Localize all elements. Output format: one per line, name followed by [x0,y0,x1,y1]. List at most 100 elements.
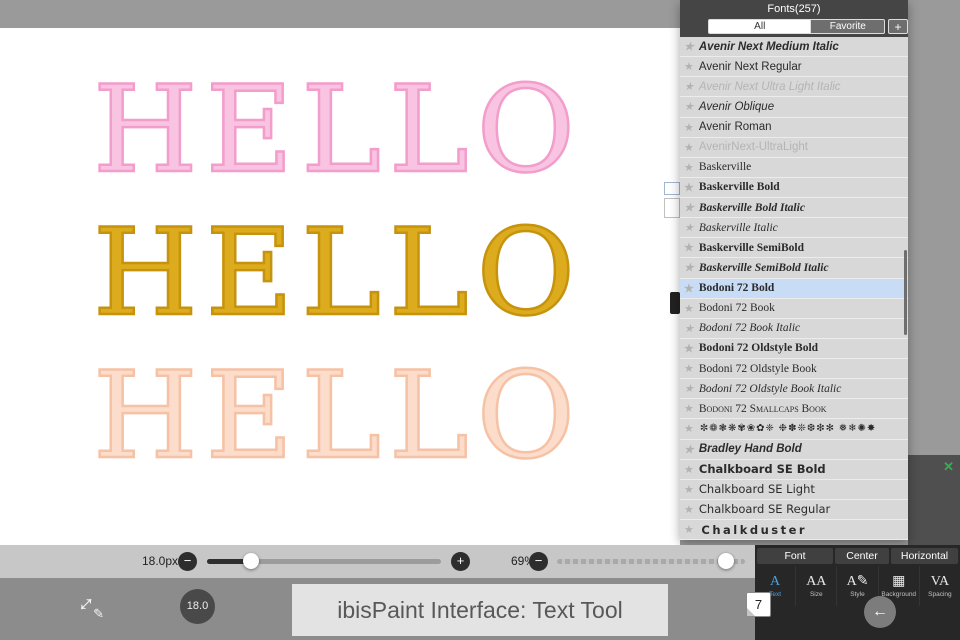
font-list-item[interactable]: ★ Bodoni 72 Bold [680,278,908,299]
favorite-star-icon[interactable]: ★ [684,181,694,194]
favorite-star-icon[interactable]: ★ [684,422,695,435]
back-button[interactable]: ← [864,596,896,628]
font-list-item[interactable]: ★ Chalkboard SE Regular [680,499,908,520]
favorite-star-icon[interactable]: ★ [684,80,694,93]
size-decrease-button[interactable]: − [178,552,197,571]
font-list-item[interactable]: ★ Baskerville Bold [680,177,908,198]
size-slider[interactable] [207,553,441,569]
favorite-star-icon[interactable]: ★ [684,302,694,315]
favorite-star-icon[interactable]: ★ [684,40,694,53]
font-list-item[interactable]: ★ Bodoni 72 Book [680,298,908,319]
font-list-item[interactable]: ★ Avenir Oblique [680,97,908,118]
font-list-item[interactable]: ★ Bodoni 72 Oldstyle Bold [680,338,908,359]
favorite-star-icon[interactable]: ★ [684,221,694,234]
favorite-star-icon[interactable]: ★ [684,402,694,415]
tab-all[interactable]: All [708,19,812,34]
size-increase-button[interactable]: + [451,552,470,571]
font-list-item[interactable]: ★ Baskerville SemiBold Italic [680,258,908,279]
favorite-star-icon[interactable]: ★ [684,503,694,516]
font-list-item[interactable]: ★ ✼❁❃❋✾❀✿❈ ❉✽❊❆❇✻ ❅❄✺✸ [680,419,908,440]
favorite-star-icon[interactable]: ★ [684,161,694,174]
favorite-star-icon[interactable]: ★ [684,322,694,335]
tool-label: Spacing [928,591,952,598]
font-button[interactable]: Font [757,548,833,564]
font-list-item[interactable]: ★ Bodoni 72 Book Italic [680,318,908,339]
tab-favorite[interactable]: Favorite [811,19,886,34]
close-icon[interactable]: ✕ [943,459,954,475]
add-font-button[interactable]: + [888,19,908,34]
canvas-text-line-1[interactable]: HELLO [92,58,583,203]
font-list-item[interactable]: ★ Chalkboard SE Light [680,479,908,500]
favorite-star-icon[interactable]: ★ [684,261,694,274]
align-center-button[interactable]: Center [835,548,889,564]
scrollbar[interactable] [904,250,907,335]
tool-icon: VA [930,574,950,589]
font-name: Bradley Hand Bold [698,443,802,456]
layers-badge[interactable]: 7 [746,592,771,617]
font-name: Baskerville Bold Italic [698,201,805,214]
font-list-item[interactable]: ★ Avenir Next Medium Italic [680,37,908,58]
orientation-button[interactable]: Horizontal [891,548,958,564]
font-list-item[interactable]: ★ Bodoni 72 Oldstyle Book Italic [680,379,908,400]
hidden-dialog-fragment [664,198,680,218]
favorite-star-icon[interactable]: ★ [684,282,694,295]
font-name: Baskerville [698,161,752,174]
tool-tab-spacing[interactable]: VA Spacing [920,566,960,606]
font-list-item[interactable]: ★ Avenir Next Ultra Light Italic [680,77,908,98]
canvas-text-line-2[interactable]: HELLO [92,201,583,346]
favorite-star-icon[interactable]: ★ [684,463,694,476]
text-tool-panel: Font Center Horizontal A Text AA Size A✎… [755,545,960,640]
font-list: ★ Avenir Next Medium Italic ★ Avenir Nex… [680,37,908,541]
font-list-item[interactable]: ★ Baskerville [680,157,908,178]
font-name: Bodoni 72 Oldstyle Book Italic [698,382,842,395]
font-name: Baskerville Italic [698,221,778,234]
font-list-item[interactable]: ★ Bodoni 72 Oldstyle Book [680,359,908,380]
favorite-star-icon[interactable]: ★ [684,60,694,73]
favorite-star-icon[interactable]: ★ [684,443,694,456]
font-list-item[interactable]: ★ Avenir Next Regular [680,57,908,78]
zoom-slider-handle[interactable] [718,553,735,569]
font-name: Bodoni 72 Bold [698,282,775,295]
favorite-star-icon[interactable]: ★ [684,362,694,375]
zoom-decrease-button[interactable]: − [529,552,548,571]
favorite-star-icon[interactable]: ★ [684,342,694,355]
favorite-star-icon[interactable]: ★ [684,100,694,113]
font-name: Baskerville SemiBold Italic [698,261,829,274]
bottom-toolbar: ↔ ✎ 18.0 ibisPaint Interface: Text Tool [0,578,755,640]
font-name: Avenir Next Ultra Light Italic [698,80,841,93]
font-list-item[interactable]: ★ Baskerville Italic [680,218,908,239]
font-name: Avenir Next Regular [698,60,802,73]
font-name: ✼❁❃❋✾❀✿❈ ❉✽❊❆❇✻ ❅❄✺✸ [699,423,877,435]
favorite-star-icon[interactable]: ★ [684,241,694,254]
tool-tab-size[interactable]: AA Size [796,566,838,606]
canvas-text-line-3[interactable]: HELLO [92,344,583,489]
font-list-item[interactable]: ★ Bodoni 72 Smallcaps Book [680,399,908,420]
favorite-star-icon[interactable]: ★ [684,141,694,154]
font-list-item[interactable]: ★ Bradley Hand Bold [680,439,908,460]
canvas[interactable]: HELLO HELLO HELLO [0,28,680,545]
text-size-value: 18.0px [141,554,178,568]
favorite-star-icon[interactable]: ★ [684,121,694,134]
font-list-item[interactable]: ★ Chalkboard SE Bold [680,459,908,480]
font-list-item[interactable]: ★ Baskerville SemiBold [680,238,908,259]
text-tool-tabs: A Text AA Size A✎ Style ▦ Background VA … [755,566,960,606]
favorite-star-icon[interactable]: ★ [684,523,696,536]
font-panel: Fonts(257) All Favorite + ★ Avenir Next … [680,0,908,541]
favorite-star-icon[interactable]: ★ [684,382,694,395]
brush-size-badge[interactable]: 18.0 [180,589,215,624]
size-slider-handle[interactable] [243,553,260,569]
favorite-star-icon[interactable]: ★ [684,201,694,214]
font-list-item[interactable]: ★ Avenir Roman [680,117,908,138]
layer-count: 7 [754,597,763,612]
font-list-item[interactable]: ★ Chalkduster [680,520,908,541]
pencil-icon: ✎ [93,606,104,621]
font-list-item[interactable]: ★ AvenirNext-UltraLight [680,137,908,158]
font-list-item[interactable]: ★ Baskerville Bold Italic [680,198,908,219]
slider-bar: 18.0px − + 69% − [0,545,755,578]
transform-tool-icon[interactable]: ↔ ✎ [66,584,104,621]
font-panel-tabs: All Favorite + [680,17,908,37]
font-name: Bodoni 72 Book Italic [698,322,801,335]
favorite-star-icon[interactable]: ★ [684,483,694,496]
zoom-slider[interactable] [557,553,745,569]
hidden-dialog-fragment [670,292,680,314]
